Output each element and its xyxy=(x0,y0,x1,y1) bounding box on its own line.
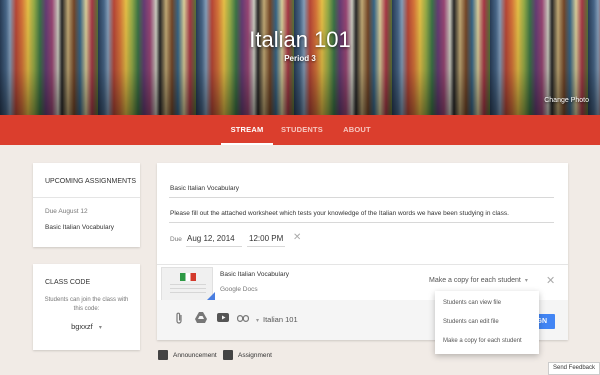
send-feedback-button[interactable]: Send Feedback xyxy=(548,362,600,375)
due-date-underline xyxy=(186,246,242,247)
due-label: Due xyxy=(170,236,182,243)
assignment-title-input[interactable]: Basic Italian Vocabulary xyxy=(170,185,239,192)
sharing-option-value: Make a copy for each student xyxy=(429,277,521,284)
due-time-underline xyxy=(247,246,285,247)
attachment-source: Google Docs xyxy=(220,286,258,293)
link-icon[interactable] xyxy=(236,312,250,326)
class-title: Italian 101 xyxy=(249,27,351,52)
document-lines xyxy=(170,284,206,296)
upcoming-title: UPCOMING ASSIGNMENTS xyxy=(45,178,137,185)
announcement-icon[interactable] xyxy=(158,350,168,360)
clear-due-date-icon[interactable]: ✕ xyxy=(293,232,301,243)
tab-about[interactable]: ABOUT xyxy=(337,115,377,145)
italy-flag-icon xyxy=(180,273,196,281)
assignment-icon[interactable] xyxy=(223,350,233,360)
change-photo-link[interactable]: Change Photo xyxy=(544,97,589,104)
divider xyxy=(33,197,140,198)
paperclip-icon[interactable] xyxy=(172,312,186,326)
youtube-icon[interactable] xyxy=(216,312,230,326)
class-select[interactable]: ▾ Italian 101 xyxy=(256,315,298,324)
google-drive-icon[interactable] xyxy=(194,312,208,326)
option-copy-each-student[interactable]: Make a copy for each student xyxy=(443,338,522,344)
option-students-edit[interactable]: Students can edit file xyxy=(443,319,499,325)
description-underline xyxy=(169,222,554,223)
upcoming-assignments-card: UPCOMING ASSIGNMENTS Due August 12 Basic… xyxy=(33,163,140,247)
class-code-description: Students can join the class with this co… xyxy=(44,297,129,312)
option-students-view[interactable]: Students can view file xyxy=(443,300,501,306)
chevron-down-icon: ▾ xyxy=(524,278,528,284)
chevron-down-icon: ▾ xyxy=(98,325,102,331)
due-time-input[interactable]: 12:00 PM xyxy=(249,234,283,243)
class-code-title: CLASS CODE xyxy=(45,279,91,286)
tab-stream[interactable]: STREAM xyxy=(221,115,273,145)
class-banner: Italian 101 Period 3 Change Photo xyxy=(0,0,600,115)
due-date-input[interactable]: Aug 12, 2014 xyxy=(187,234,235,243)
class-code-card: CLASS CODE Students can join the class w… xyxy=(33,264,140,350)
class-select-value: Italian 101 xyxy=(263,315,298,324)
announcement-tab[interactable]: Announcement xyxy=(173,352,217,359)
attachment-title[interactable]: Basic Italian Vocabulary xyxy=(220,271,289,278)
class-code-value: bgxxzf xyxy=(71,322,93,331)
sharing-option-select[interactable]: Make a copy for each student ▾ xyxy=(429,277,528,284)
tab-students[interactable]: STUDENTS xyxy=(279,115,325,145)
class-code-selector[interactable]: bgxxzf ▾ xyxy=(33,322,140,331)
sharing-options-dropdown: Students can view file Students can edit… xyxy=(435,291,539,354)
title-underline xyxy=(169,197,554,198)
class-nav: STREAM STUDENTS ABOUT xyxy=(0,115,600,145)
class-period: Period 3 xyxy=(284,54,316,63)
document-thumbnail[interactable] xyxy=(161,267,215,301)
assignment-tab[interactable]: Assignment xyxy=(238,352,272,359)
remove-attachment-icon[interactable]: ✕ xyxy=(546,274,555,287)
upcoming-assignment-link[interactable]: Basic Italian Vocabulary xyxy=(45,224,114,231)
assignment-description-input[interactable]: Please fill out the attached worksheet w… xyxy=(170,210,509,217)
upcoming-due-date: Due August 12 xyxy=(45,208,88,215)
chevron-down-icon: ▾ xyxy=(256,318,260,324)
